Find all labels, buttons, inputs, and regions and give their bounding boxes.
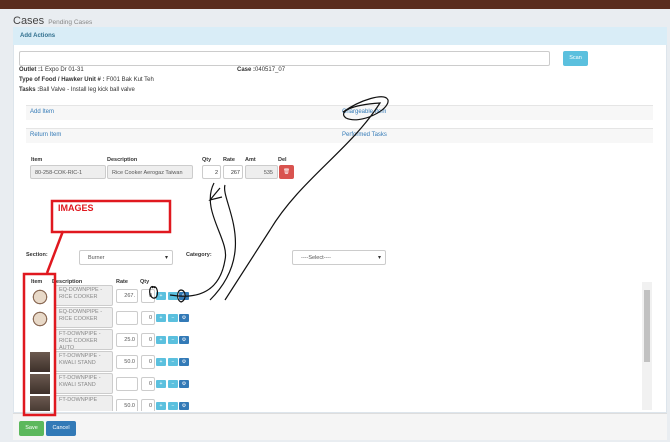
pen-stroke-arrow xyxy=(224,96,389,301)
callout-pointer xyxy=(45,230,65,274)
images-column-highlight xyxy=(22,272,57,417)
annotation-overlay xyxy=(22,96,389,417)
images-annotation-label: IMAGES xyxy=(58,203,94,213)
